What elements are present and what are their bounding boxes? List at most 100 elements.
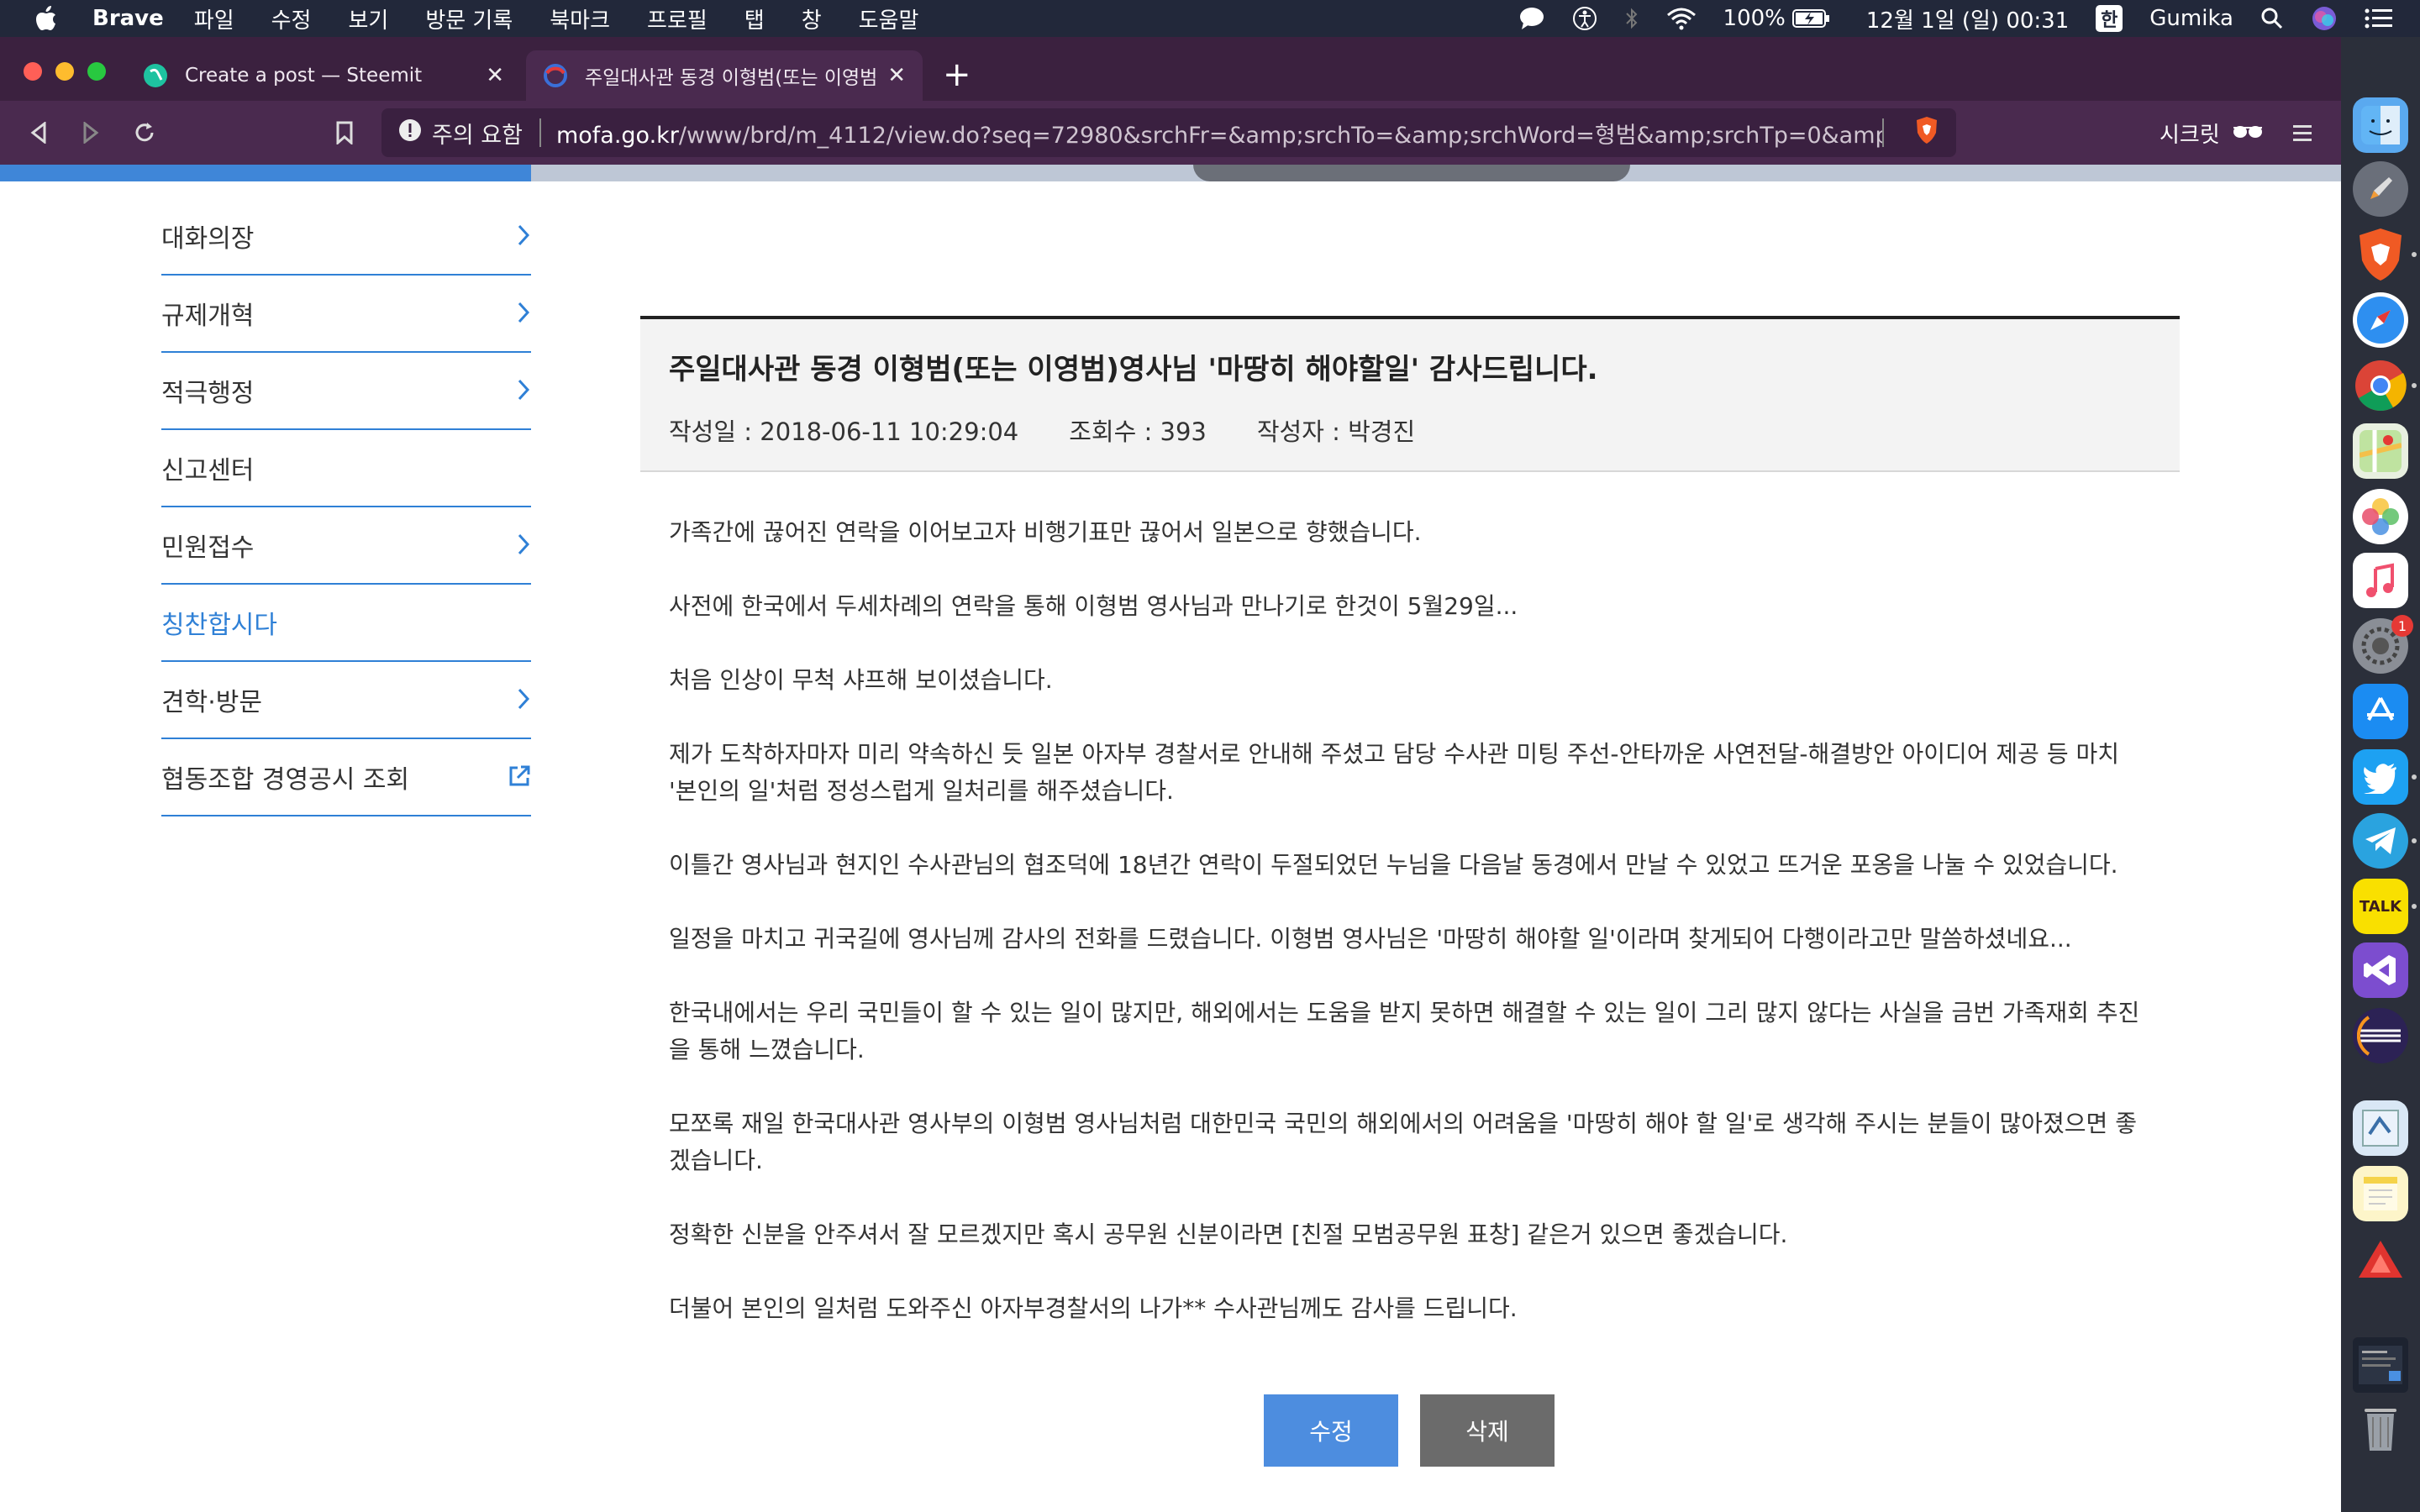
running-indicator xyxy=(2412,838,2417,843)
menu-bookmarks[interactable]: 북마크 xyxy=(550,3,610,34)
article-date: 작성일 : 2018-06-11 10:29:04 xyxy=(669,417,1019,446)
security-warning-label[interactable]: 주의 요함 xyxy=(432,117,523,150)
running-indicator xyxy=(2412,774,2417,780)
article-paragraph: 모쪼록 재일 한국대사관 영사부의 이형범 영사님처럼 대한민국 국민의 해외에… xyxy=(669,1110,2137,1174)
sidebar-item-tour-visit[interactable]: 견학·방문 xyxy=(161,662,531,739)
private-window-indicator[interactable]: 시크릿 xyxy=(2160,113,2264,153)
banner-image xyxy=(1193,165,1630,181)
edit-button[interactable]: 수정 xyxy=(1264,1394,1398,1467)
twitter-icon[interactable] xyxy=(2353,749,2408,805)
sidebar-item-proactive-admin[interactable]: 적극행정 xyxy=(161,353,531,430)
menu-edit[interactable]: 수정 xyxy=(271,3,312,34)
sidebar-item-label: 규제개혁 xyxy=(161,302,255,331)
incognito-glasses-icon xyxy=(2232,120,2264,145)
sidebar-item-report-center[interactable]: 신고센터 xyxy=(161,430,531,507)
article-paragraph: 제가 도착하자마자 미리 약속하신 듯 일본 아자부 경찰서로 안내해 주셨고 … xyxy=(669,740,2120,805)
chrome-icon[interactable] xyxy=(2353,358,2408,413)
address-bar[interactable]: 주의 요함 mofa.go.kr/www/brd/m_4112/view.do?… xyxy=(381,108,1956,157)
wifi-icon[interactable] xyxy=(1666,7,1697,30)
tab-close-icon[interactable]: ✕ xyxy=(887,63,906,88)
sidebar-item-label: 견학·방문 xyxy=(161,688,262,717)
photos-icon[interactable] xyxy=(2353,489,2408,544)
safari-icon[interactable] xyxy=(2353,292,2408,348)
steemit-favicon-icon xyxy=(143,63,168,88)
article-paragraph: 처음 인상이 무척 샤프해 보이셨습니다. xyxy=(669,666,1053,694)
sidebar-item-cooperative-disclosure[interactable]: 협동조합 경영공시 조회 xyxy=(161,739,531,816)
chevron-right-icon xyxy=(516,223,531,254)
article-title: 주일대사관 동경 이형범(또는 이영범)영사님 '마땅히 해야할일' 감사드립니… xyxy=(669,353,1598,386)
article-paragraph: 사전에 한국에서 두세차례의 연락을 통해 이형범 영사님과 만나기로 한것이 … xyxy=(669,592,1518,620)
launchpad-icon[interactable] xyxy=(2353,161,2408,217)
warning-icon[interactable] xyxy=(398,118,422,148)
back-button[interactable] xyxy=(18,113,59,153)
menu-app-name[interactable]: Brave xyxy=(92,6,164,31)
menu-help[interactable]: 도움말 xyxy=(859,3,919,34)
sidebar-item-label: 칭찬합시다 xyxy=(161,611,277,640)
tab-close-icon[interactable]: ✕ xyxy=(486,63,504,88)
sidebar-item-praise[interactable]: 칭찬합시다 xyxy=(161,585,531,662)
new-tab-button[interactable]: + xyxy=(943,55,971,94)
menu-tab[interactable]: 탭 xyxy=(744,3,765,34)
acrobat-icon[interactable] xyxy=(2353,1231,2408,1287)
messages-icon[interactable] xyxy=(1518,6,1545,31)
maps-icon[interactable] xyxy=(2353,423,2408,479)
sidebar-item-regulation-reform[interactable]: 규제개혁 xyxy=(161,276,531,353)
sidebar-item-label: 협동조합 경영공시 조회 xyxy=(161,765,410,795)
menu-file[interactable]: 파일 xyxy=(194,3,234,34)
tab-mofa[interactable]: 주일대사관 동경 이형범(또는 이영범)영 ✕ xyxy=(526,50,923,101)
menu-window[interactable]: 창 xyxy=(802,3,822,34)
notes-icon[interactable] xyxy=(2353,1166,2408,1221)
menu-view[interactable]: 보기 xyxy=(348,3,388,34)
finder-icon[interactable] xyxy=(2353,97,2408,153)
eclipse-icon[interactable] xyxy=(2353,1008,2408,1063)
battery-icon[interactable] xyxy=(1791,8,1831,29)
clock[interactable]: 12월 1일 (일) 00:31 xyxy=(1866,3,2069,34)
bluetooth-icon[interactable] xyxy=(1624,6,1639,31)
running-indicator xyxy=(2412,904,2417,909)
screenshot-thumbnail-icon[interactable] xyxy=(2353,1337,2408,1393)
notification-center-icon[interactable] xyxy=(2365,8,2393,29)
browser-menu-icon[interactable] xyxy=(2282,113,2323,153)
trash-icon[interactable] xyxy=(2353,1399,2408,1455)
menu-history[interactable]: 방문 기록 xyxy=(425,3,513,34)
brave-browser-icon[interactable] xyxy=(2353,227,2408,282)
sidebar-item-civil-petition[interactable]: 민원접수 xyxy=(161,507,531,585)
close-window-button[interactable] xyxy=(24,62,42,81)
tab-steemit[interactable]: Create a post — Steemit ✕ xyxy=(126,50,521,101)
browser-window: Create a post — Steemit ✕ 주일대사관 동경 이형범(또… xyxy=(0,37,2341,1512)
chevron-right-icon xyxy=(516,533,531,563)
minimize-window-button[interactable] xyxy=(55,62,74,81)
sidebar-item-label: 신고센터 xyxy=(161,456,255,486)
web-page: 대화의장 규제개혁 적극행정 신고센터 민원접수 칭찬합시다 견학·방문 협동조… xyxy=(0,165,2341,1512)
reload-button[interactable] xyxy=(124,113,165,153)
notification-badge: 1 xyxy=(2391,615,2413,637)
menu-profiles[interactable]: 프로필 xyxy=(647,3,708,34)
bookmark-icon[interactable] xyxy=(324,113,365,153)
url-text[interactable]: mofa.go.kr/www/brd/m_4112/view.do?seq=72… xyxy=(556,117,1882,150)
input-source-indicator[interactable]: 한 xyxy=(2096,5,2123,32)
zoom-window-button[interactable] xyxy=(87,62,106,81)
app-store-icon[interactable] xyxy=(2353,684,2408,739)
mail-icon[interactable] xyxy=(2353,1100,2408,1156)
music-icon[interactable] xyxy=(2353,553,2408,608)
sidebar-item-label: 적극행정 xyxy=(161,379,255,408)
telegram-icon[interactable] xyxy=(2353,813,2408,869)
article-paragraph: 더불어 본인의 일처럼 도와주신 아자부경찰서의 나가** 수사관님께도 감사를… xyxy=(669,1294,1518,1322)
sidebar-item-label: 대화의장 xyxy=(161,224,255,254)
sidebar-item-dialogue[interactable]: 대화의장 xyxy=(161,198,531,276)
spotlight-search-icon[interactable] xyxy=(2260,7,2284,30)
accessibility-icon[interactable] xyxy=(1572,6,1597,31)
apple-menu-icon[interactable] xyxy=(0,6,92,31)
article: 주일대사관 동경 이형범(또는 이영범)영사님 '마땅히 해야할일' 감사드립니… xyxy=(640,316,2180,1364)
user-name[interactable]: Gumika xyxy=(2149,6,2233,31)
kakaotalk-icon[interactable]: TALK xyxy=(2353,879,2408,934)
siri-icon[interactable] xyxy=(2311,5,2338,32)
visual-studio-icon[interactable] xyxy=(2353,942,2408,998)
status-area: 100% 12월 1일 (일) 00:31 한 Gumika xyxy=(1518,0,2420,37)
forward-button[interactable] xyxy=(71,113,111,153)
brave-shields-icon[interactable] xyxy=(1914,116,1939,150)
delete-button[interactable]: 삭제 xyxy=(1420,1394,1555,1467)
divider xyxy=(539,118,541,147)
article-paragraph: 이틀간 영사님과 현지인 수사관님의 협조덕에 18년간 연락이 두절되었던 누… xyxy=(669,851,2118,879)
private-label: 시크릿 xyxy=(2160,122,2220,148)
